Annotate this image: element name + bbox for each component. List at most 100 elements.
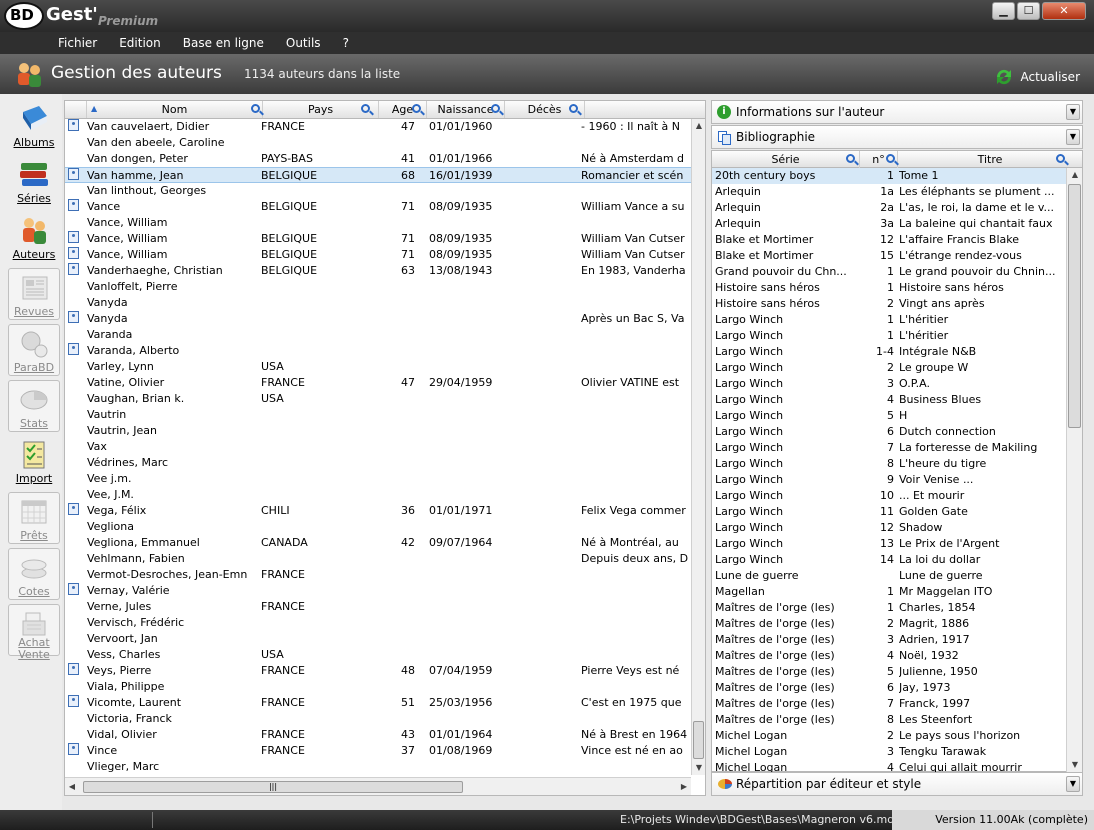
- table-row[interactable]: Michel Logan 2 Le pays sous l'horizon: [712, 728, 1066, 744]
- search-icon[interactable]: [1056, 154, 1065, 163]
- table-row[interactable]: Arlequin 2a L'as, le roi, la dame et le v.…: [712, 200, 1066, 216]
- table-row[interactable]: Largo Winch 9 Voir Venise ...: [712, 472, 1066, 488]
- search-icon[interactable]: [569, 104, 578, 113]
- table-row[interactable]: Varanda: [65, 327, 691, 343]
- table-row[interactable]: Vegliona, Emmanuel CANADA 42 09/07/1964 Né à…: [65, 535, 691, 551]
- search-icon[interactable]: [361, 104, 370, 113]
- table-row[interactable]: Largo Winch 1 L'héritier: [712, 328, 1066, 344]
- column-bio[interactable]: [585, 101, 705, 118]
- column-naissance[interactable]: Naissance: [427, 101, 505, 118]
- table-row[interactable]: Védrines, Marc: [65, 455, 691, 471]
- maximize-button[interactable]: ☐: [1017, 2, 1040, 20]
- search-icon[interactable]: [846, 154, 855, 163]
- table-row[interactable]: Vanloffelt, Pierre: [65, 279, 691, 295]
- table-row[interactable]: Largo Winch 5 H: [712, 408, 1066, 424]
- table-row[interactable]: Blake et Mortimer 15 L'étrange rendez-vous: [712, 248, 1066, 264]
- table-row[interactable]: Arlequin 3a La baleine qui chantait faux: [712, 216, 1066, 232]
- table-row[interactable]: Veys, Pierre FRANCE 48 07/04/1959 Pierre Vey…: [65, 663, 691, 679]
- table-row[interactable]: Van dongen, Peter PAYS-BAS 41 01/01/1966 Né …: [65, 151, 691, 167]
- chevron-down-icon[interactable]: ▼: [1066, 776, 1080, 792]
- refresh-button[interactable]: Actualiser: [993, 66, 1080, 88]
- table-row[interactable]: Largo Winch 14 La loi du dollar: [712, 552, 1066, 568]
- table-row[interactable]: Largo Winch 2 Le groupe W: [712, 360, 1066, 376]
- scroll-up-arrow[interactable]: ▲: [1068, 168, 1082, 182]
- table-row[interactable]: Largo Winch 11 Golden Gate: [712, 504, 1066, 520]
- sidebar-item-import[interactable]: Import: [8, 436, 60, 488]
- table-row[interactable]: Maîtres de l'orge (les) 3 Adrien, 1917: [712, 632, 1066, 648]
- table-row[interactable]: Vervoort, Jan: [65, 631, 691, 647]
- sidebar-item-auteurs[interactable]: Auteurs: [8, 212, 60, 264]
- minimize-button[interactable]: ▁: [992, 2, 1015, 20]
- repartition-selector[interactable]: Répartition par éditeur et style ▼: [711, 772, 1083, 796]
- sidebar-item-achat-vente[interactable]: Achat Vente: [8, 604, 60, 661]
- scroll-down-arrow[interactable]: ▼: [1068, 758, 1082, 772]
- scroll-up-arrow[interactable]: ▲: [692, 119, 706, 133]
- menu-fichier[interactable]: Fichier: [58, 32, 97, 54]
- table-row[interactable]: Vervisch, Frédéric: [65, 615, 691, 631]
- column-nom[interactable]: ▲ Nom: [87, 101, 263, 118]
- table-row[interactable]: Maîtres de l'orge (les) 1 Charles, 1854: [712, 600, 1066, 616]
- table-row[interactable]: Michel Logan 4 Celui qui allait mourrir: [712, 760, 1066, 772]
- table-row[interactable]: Vatine, Olivier FRANCE 47 29/04/1959 Olivier…: [65, 375, 691, 391]
- table-row[interactable]: Largo Winch 3 O.P.A.: [712, 376, 1066, 392]
- table-row[interactable]: Van den abeele, Caroline: [65, 135, 691, 151]
- table-row[interactable]: Maîtres de l'orge (les) 2 Magrit, 1886: [712, 616, 1066, 632]
- scroll-down-arrow[interactable]: ▼: [692, 761, 706, 775]
- table-row[interactable]: Maîtres de l'orge (les) 6 Jay, 1973: [712, 680, 1066, 696]
- table-row[interactable]: Vanderhaeghe, Christian BELGIQUE 63 13/08/1…: [65, 263, 691, 279]
- menu-base-en-ligne[interactable]: Base en ligne: [183, 32, 264, 54]
- table-row[interactable]: Vance, William: [65, 215, 691, 231]
- sidebar-item-parabd[interactable]: ParaBD: [8, 324, 60, 376]
- table-row[interactable]: Vautrin: [65, 407, 691, 423]
- table-row[interactable]: Largo Winch 4 Business Blues: [712, 392, 1066, 408]
- column-pays[interactable]: Pays: [263, 101, 379, 118]
- table-row[interactable]: Largo Winch 10 ... Et mourir: [712, 488, 1066, 504]
- table-row[interactable]: Blake et Mortimer 12 L'affaire Francis Bla…: [712, 232, 1066, 248]
- column-deces[interactable]: Décès: [505, 101, 585, 118]
- search-icon[interactable]: [412, 104, 421, 113]
- table-row[interactable]: Vicomte, Laurent FRANCE 51 25/03/1956 C'est …: [65, 695, 691, 711]
- horizontal-scroll-thumb[interactable]: |||: [83, 781, 463, 793]
- chevron-down-icon[interactable]: ▼: [1066, 104, 1080, 120]
- table-row[interactable]: Michel Logan 3 Tengku Tarawak: [712, 744, 1066, 760]
- scroll-left-arrow[interactable]: ◀: [65, 780, 79, 794]
- search-icon[interactable]: [491, 104, 500, 113]
- table-row[interactable]: Largo Winch 1-4 Intégrale N&B: [712, 344, 1066, 360]
- column-age[interactable]: Age: [379, 101, 427, 118]
- table-row[interactable]: Vance, William BELGIQUE 71 08/09/1935 Willia…: [65, 231, 691, 247]
- sidebar-item-pr-ts[interactable]: Prêts: [8, 492, 60, 544]
- table-row[interactable]: Viala, Philippe: [65, 679, 691, 695]
- close-button[interactable]: ✕: [1042, 2, 1086, 20]
- table-row[interactable]: Largo Winch 12 Shadow: [712, 520, 1066, 536]
- table-row[interactable]: Maîtres de l'orge (les) 8 Les Steenfort: [712, 712, 1066, 728]
- table-row[interactable]: Largo Winch 13 Le Prix de l'Argent: [712, 536, 1066, 552]
- sidebar-item-revues[interactable]: Revues: [8, 268, 60, 320]
- column-serie[interactable]: Série: [712, 151, 860, 168]
- table-row[interactable]: Van cauvelaert, Didier FRANCE 47 01/01/1960…: [65, 119, 691, 135]
- sidebar-item-albums[interactable]: Albums: [8, 100, 60, 152]
- table-row[interactable]: Vidal, Olivier FRANCE 43 01/01/1964 Né à Bre…: [65, 727, 691, 743]
- table-row[interactable]: Vess, Charles USA: [65, 647, 691, 663]
- table-row[interactable]: Vax: [65, 439, 691, 455]
- search-icon[interactable]: [251, 104, 260, 113]
- menu-outils[interactable]: Outils: [286, 32, 321, 54]
- table-row[interactable]: 20th century boys 1 Tome 1: [712, 168, 1066, 184]
- table-row[interactable]: Vanyda: [65, 295, 691, 311]
- chevron-down-icon[interactable]: ▼: [1066, 129, 1080, 145]
- search-icon[interactable]: [886, 154, 895, 163]
- table-row[interactable]: Maîtres de l'orge (les) 5 Julienne, 1950: [712, 664, 1066, 680]
- table-row[interactable]: Vlieger, Marc: [65, 759, 691, 775]
- table-row[interactable]: Van hamme, Jean BELGIQUE 68 16/01/1939 Roman…: [65, 167, 691, 183]
- table-row[interactable]: Varanda, Alberto: [65, 343, 691, 359]
- table-row[interactable]: Vee j.m.: [65, 471, 691, 487]
- info-selector[interactable]: i Informations sur l'auteur ▼: [711, 100, 1083, 124]
- photo-column-header[interactable]: [65, 101, 87, 118]
- table-row[interactable]: Grand pouvoir du Chn... 1 Le grand pouvoir…: [712, 264, 1066, 280]
- table-row[interactable]: Largo Winch 7 La forteresse de Makiling: [712, 440, 1066, 456]
- table-row[interactable]: Vernay, Valérie: [65, 583, 691, 599]
- sidebar-item-stats[interactable]: Stats: [8, 380, 60, 432]
- table-row[interactable]: Verne, Jules FRANCE: [65, 599, 691, 615]
- table-row[interactable]: Arlequin 1a Les éléphants se plument ...: [712, 184, 1066, 200]
- authors-vertical-scrollbar[interactable]: ▲ ▼: [691, 119, 705, 775]
- table-row[interactable]: Vanyda Après un Bac S, Va: [65, 311, 691, 327]
